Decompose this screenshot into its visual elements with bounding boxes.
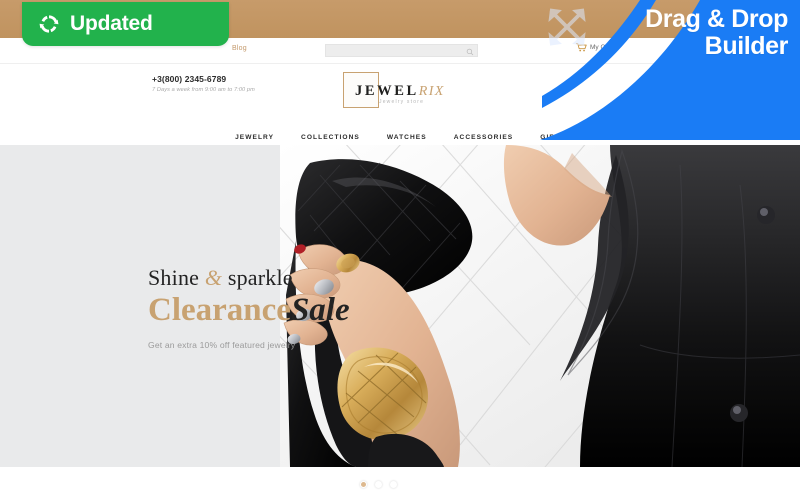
hero-subtitle: Get an extra 10% off featured jewelry bbox=[148, 339, 296, 350]
hero-title-italic: Sale bbox=[290, 292, 350, 328]
slider-dot-2[interactable] bbox=[375, 481, 382, 488]
nav-item-accessories[interactable]: ACCESSORIES bbox=[454, 134, 514, 141]
hero-tagline-a: Shine bbox=[148, 265, 205, 290]
nav-item-watches[interactable]: WATCHES bbox=[387, 134, 427, 141]
updated-badge-label: Updated bbox=[70, 12, 153, 35]
nav-item-jewelry[interactable]: JEWELRY bbox=[235, 134, 274, 141]
page-root: Blog My Cart +3(800) 2345-6789 7 Days a … bbox=[0, 0, 800, 500]
contact-block: +3(800) 2345-6789 7 Days a week from 9:0… bbox=[152, 74, 255, 93]
updated-badge: Updated bbox=[22, 2, 229, 46]
cart-button[interactable]: My Cart bbox=[576, 43, 613, 52]
cart-label: My Cart bbox=[590, 44, 613, 51]
hero-tagline-b: sparkle bbox=[222, 265, 293, 290]
site-header: +3(800) 2345-6789 7 Days a week from 9:0… bbox=[0, 64, 800, 120]
site-logo[interactable]: JEWELRIX Jewelry store bbox=[343, 70, 463, 114]
search-input[interactable] bbox=[326, 51, 477, 63]
hero-slider[interactable]: Shine & sparkle ClearanceSale Get an ext… bbox=[0, 145, 800, 467]
search-box[interactable] bbox=[325, 44, 478, 63]
hero-tagline: Shine & sparkle bbox=[148, 265, 408, 291]
content-below-hero bbox=[0, 467, 800, 500]
search-icon[interactable] bbox=[466, 48, 474, 56]
logo-tagline: Jewelry store bbox=[379, 99, 425, 105]
phone-number[interactable]: +3(800) 2345-6789 bbox=[152, 74, 255, 84]
logo-wordmark: JEWELRIX bbox=[355, 82, 445, 100]
hero-title: ClearanceSale bbox=[148, 292, 408, 329]
slider-pagination bbox=[360, 481, 397, 488]
nav-item-gifts[interactable]: GIFTS bbox=[540, 134, 565, 141]
logo-text-accent: RIX bbox=[418, 84, 445, 99]
slider-dot-3[interactable] bbox=[390, 481, 397, 488]
refresh-icon bbox=[39, 15, 59, 33]
blog-link[interactable]: Blog bbox=[232, 45, 247, 52]
cart-icon bbox=[576, 43, 587, 52]
logo-text-primary: JEWEL bbox=[355, 83, 419, 99]
hero-ampersand: & bbox=[204, 265, 223, 290]
hero-title-accent: Clearance bbox=[148, 292, 291, 328]
website-frame: Blog My Cart +3(800) 2345-6789 7 Days a … bbox=[0, 38, 800, 500]
hero-copy: Shine & sparkle ClearanceSale Get an ext… bbox=[148, 265, 408, 350]
nav-item-collections[interactable]: COLLECTIONS bbox=[301, 134, 360, 141]
slider-dot-1[interactable] bbox=[360, 481, 367, 488]
working-hours: 7 Days a week from 9:00 am to 7:00 pm bbox=[152, 87, 255, 93]
